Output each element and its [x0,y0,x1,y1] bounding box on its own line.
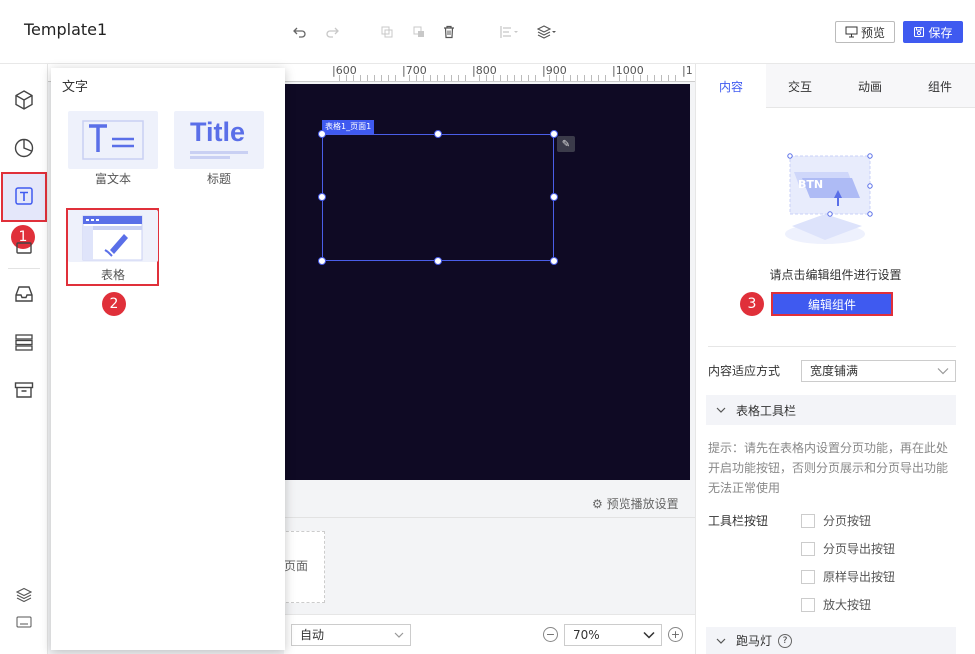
layers-dropdown-icon[interactable] [536,22,560,42]
checkbox[interactable] [801,597,815,612]
undo-icon[interactable] [290,22,310,42]
delete-icon[interactable] [439,22,459,42]
checkbox-label: 分页导出按钮 [823,542,896,556]
checkbox-label: 原样导出按钮 [823,570,896,584]
component-panel-title: 文字 [62,80,89,95]
edit-pencil-icon[interactable]: ✎ [557,136,575,152]
help-icon[interactable]: ? [778,633,793,648]
ruler-label: |1000 [612,64,644,77]
resize-handle[interactable] [434,130,442,138]
chevron-down-icon [937,368,949,375]
gear-icon: ⚙ [592,497,603,511]
content-fit-value: 宽度铺满 [810,364,859,378]
rich-text-label: 富文本 [94,172,131,186]
step-badge-2: 2 [102,292,126,316]
media-icon[interactable] [12,234,36,258]
pie-chart-icon[interactable] [12,136,36,160]
text-component-icon[interactable] [12,184,36,208]
table-label: 表格 [100,268,125,282]
content-fit-select[interactable]: 宽度铺满 [801,360,956,382]
tab-content[interactable]: 内容 [696,64,766,108]
layers-icon[interactable] [12,583,36,607]
resize-handle[interactable] [550,193,558,201]
archive-icon[interactable] [12,378,36,402]
inbox-icon[interactable] [12,282,36,306]
app-title: Template1 [24,20,108,39]
save-icon [914,27,925,37]
auto-select-value: 自动 [300,628,325,642]
resize-handle[interactable] [550,257,558,265]
title-tile[interactable]: Title [174,111,264,169]
page-thumbnail-label: 页面 [284,559,309,573]
chevron-down-icon [394,632,404,638]
checkbox[interactable] [801,569,815,584]
monitor-icon [845,26,858,38]
zoom-in-icon[interactable]: + [668,627,683,642]
step-badge-3: 3 [740,292,764,316]
chevron-down-icon [716,407,726,413]
table-toolbar-section[interactable]: 表格工具栏 [706,395,956,425]
illustration-text: BTN [798,178,823,191]
list-icon[interactable] [12,330,36,354]
toolbar-buttons-label: 工具栏按钮 [708,514,769,528]
preview-play-label: 预览播放设置 [606,497,679,511]
copy-icon[interactable] [377,22,397,42]
title-label: 标题 [206,172,231,186]
preview-button[interactable]: 预览 [835,21,895,43]
chevron-down-icon [716,638,726,644]
preview-play-settings[interactable]: ⚙ 预览播放设置 [592,495,679,512]
rich-text-tile[interactable] [68,111,158,169]
table-component-selection[interactable] [322,134,554,261]
save-label: 保存 [928,25,953,40]
checkbox-zoom-button[interactable]: 放大按钮 [801,596,871,613]
resize-handle[interactable] [318,193,326,201]
top-bar [0,0,975,64]
section-divider [708,346,956,347]
redo-icon[interactable] [322,22,342,42]
checkbox-page-button[interactable]: 分页按钮 [801,512,871,529]
paste-icon[interactable] [409,22,429,42]
align-icon[interactable] [498,22,522,42]
preview-label: 预览 [860,25,885,40]
resize-handle[interactable] [318,257,326,265]
toolbar-tip: 提示：请先在表格内设置分页功能，再在此处开启功能按钮，否则分页展示和分页导出功能… [708,441,949,495]
tab-component[interactable]: 组件 [905,64,975,108]
checkbox[interactable] [801,541,815,556]
save-button[interactable]: 保存 [903,21,963,43]
keyboard-icon[interactable] [12,610,36,634]
marquee-section[interactable]: 跑马灯 ? [706,627,956,654]
tab-interaction[interactable]: 交互 [765,64,835,108]
resize-handle[interactable] [318,130,326,138]
checkbox-label: 分页按钮 [823,514,872,528]
checkbox-label: 放大按钮 [823,598,872,612]
chevron-down-icon [643,631,655,639]
edit-hint: 请点击编辑组件进行设置 [769,268,902,282]
table-icon [82,215,143,261]
checkbox[interactable] [801,513,815,528]
cube-icon[interactable] [12,88,36,112]
content-fit-label: 内容适应方式 [708,364,781,378]
zoom-select[interactable]: 70% [564,624,662,646]
tab-animation[interactable]: 动画 [835,64,905,108]
ruler-label: |1 [682,64,693,77]
zoom-out-icon[interactable]: − [543,627,558,642]
button-illustration: BTN [770,150,885,250]
rich-text-icon [82,120,144,160]
marquee-title: 跑马灯 [736,634,773,648]
rail-divider [8,268,40,269]
selection-tag: 表格1_页面1 [322,120,375,134]
zoom-value: 70% [573,628,600,642]
checkbox-original-export-button[interactable]: 原样导出按钮 [801,568,895,585]
auto-select[interactable]: 自动 [291,624,411,646]
table-toolbar-title: 表格工具栏 [736,403,797,418]
title-tile-text: Title [190,117,246,147]
resize-handle[interactable] [434,257,442,265]
table-tile[interactable] [68,210,158,262]
edit-component-button[interactable]: 编辑组件 [771,292,893,316]
checkbox-page-export-button[interactable]: 分页导出按钮 [801,540,895,557]
